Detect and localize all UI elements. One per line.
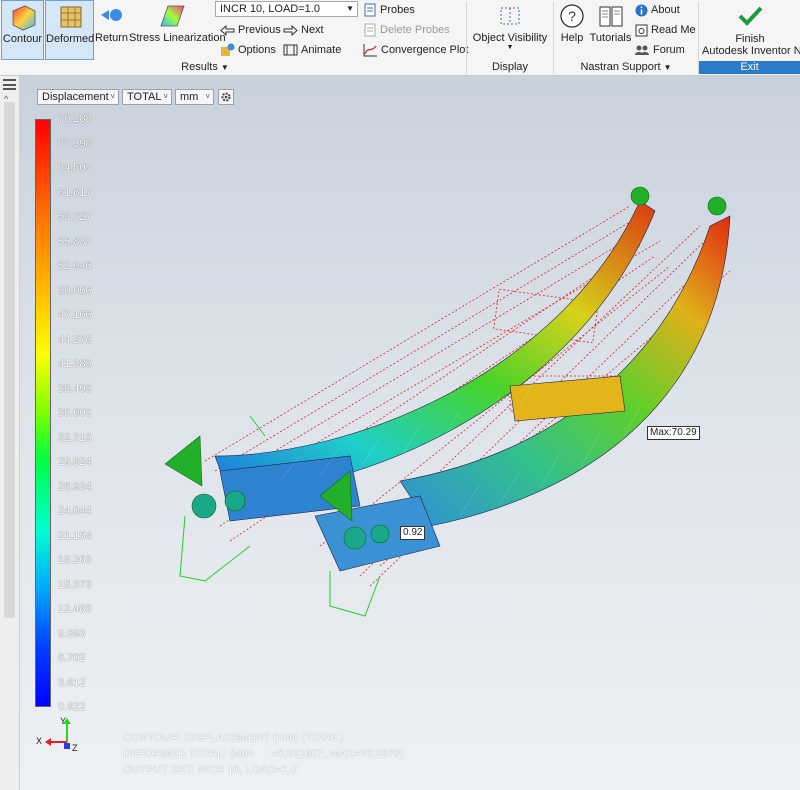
- graphics-viewport[interactable]: Displacement ˅ TOTAL ˅ mm ˅ 70.288 67.398…: [20, 76, 800, 790]
- contour-icon: [12, 5, 35, 31]
- return-label: Return: [95, 32, 129, 44]
- forum-icon: [635, 45, 649, 56]
- object-visibility-icon: [500, 7, 520, 25]
- finish-sublabel: Autodesk Inventor Nas: [702, 45, 800, 57]
- scrollbar[interactable]: [4, 102, 15, 618]
- deformed-label: Deformed: [46, 33, 95, 45]
- delete-probes-icon: [364, 23, 376, 37]
- tutorials-label: Tutorials: [589, 32, 632, 44]
- menu-icon[interactable]: [3, 79, 16, 90]
- animate-button[interactable]: Animate: [283, 41, 341, 59]
- chevron-down-icon: ▼: [346, 4, 354, 13]
- animate-icon: [283, 44, 298, 56]
- tutorials-icon: [599, 6, 622, 27]
- convergence-plot-button[interactable]: Convergence Plot: [363, 41, 468, 59]
- finish-label: Finish: [735, 33, 765, 45]
- options-button[interactable]: Options: [220, 41, 276, 59]
- delete-probes-button[interactable]: Delete Probes: [363, 21, 450, 39]
- view-triad[interactable]: X Y Z: [32, 716, 82, 753]
- step-select-value: INCR 10, LOAD=1.0: [220, 3, 320, 15]
- result-info: CONTOUR: DISPLACEMENT (mm) (TOTAL) DEFOR…: [123, 730, 404, 778]
- max-value-tag: Max:70.29: [647, 426, 700, 440]
- info-icon: [635, 4, 648, 17]
- previous-label: Previous: [238, 24, 281, 36]
- triad-y-label: Y: [60, 716, 67, 726]
- read-me-label: Read Me: [651, 24, 696, 36]
- probes-label: Probes: [380, 4, 415, 16]
- options-icon: [221, 43, 235, 57]
- deformed-icon: [60, 6, 81, 28]
- stress-linearization-icon: [159, 5, 185, 27]
- chevron-down-icon: ▼: [506, 44, 514, 51]
- ribbon-divider: [553, 2, 554, 74]
- return-button[interactable]: Return: [95, 0, 128, 60]
- object-visibility-button[interactable]: Object Visibility ▼: [470, 0, 550, 60]
- next-label: Next: [301, 24, 324, 36]
- browser-panel-strip: ^: [0, 76, 20, 790]
- about-label: About: [651, 4, 680, 16]
- tutorials-button[interactable]: Tutorials: [589, 0, 632, 60]
- step-select[interactable]: INCR 10, LOAD=1.0 ▼: [215, 1, 358, 17]
- svg-text:?: ?: [568, 8, 576, 24]
- arrow-left-icon: [220, 24, 235, 36]
- animate-label: Animate: [301, 44, 342, 56]
- next-button[interactable]: Next: [283, 21, 324, 39]
- stress-linearization-button[interactable]: Stress Linearization: [129, 0, 226, 60]
- nastran-support-group-label: Nastran Support ▼: [580, 61, 672, 73]
- chevron-down-icon: ▼: [663, 63, 672, 72]
- exit-group-label: Exit: [699, 61, 800, 74]
- triad-x-label: X: [36, 736, 43, 746]
- stress-linearization-label: Stress Linearization: [129, 32, 226, 44]
- previous-button[interactable]: Previous: [220, 21, 281, 39]
- options-label: Options: [238, 44, 276, 56]
- help-label: Help: [560, 32, 584, 44]
- read-me-icon: [635, 24, 648, 37]
- info-line-deformed: DEFORMED TOTAL: (MIN =0.921907, MAX=70.2…: [123, 748, 404, 760]
- probes-icon: [364, 3, 376, 17]
- forum-label: Forum: [653, 44, 685, 56]
- help-button[interactable]: ? Help: [556, 0, 588, 60]
- about-link[interactable]: About: [635, 1, 680, 19]
- triad-z-label: Z: [72, 743, 78, 753]
- info-line-output-set: OUTPUT SET: INCR 10, LOAD=1.0: [123, 764, 298, 776]
- ribbon-divider: [466, 2, 467, 74]
- help-icon: ?: [560, 4, 584, 28]
- contour-button[interactable]: Contour: [1, 0, 44, 60]
- leaf-spring-front: [399, 215, 731, 527]
- return-icon: [100, 9, 122, 21]
- finish-button[interactable]: Finish Autodesk Inventor Nas: [700, 0, 800, 60]
- convergence-plot-icon: [363, 44, 377, 57]
- checkmark-icon: [738, 6, 763, 26]
- deformed-button[interactable]: Deformed: [45, 0, 94, 60]
- forum-link[interactable]: Forum: [635, 41, 685, 59]
- probes-button[interactable]: Probes: [363, 1, 415, 19]
- info-line-contour: CONTOUR: DISPLACEMENT (mm) (TOTAL): [123, 732, 344, 744]
- convergence-plot-label: Convergence Plot: [381, 44, 469, 56]
- arrow-right-icon: [283, 24, 298, 36]
- display-group-label: Display: [491, 61, 529, 73]
- contour-label: Contour: [2, 33, 43, 45]
- delete-probes-label: Delete Probes: [380, 24, 450, 36]
- ribbon: Contour Deformed Return Stress Lineariza…: [0, 0, 800, 76]
- chevron-down-icon: ▼: [220, 63, 229, 72]
- object-visibility-label: Object Visibility: [472, 32, 548, 44]
- read-me-link[interactable]: Read Me: [635, 21, 696, 39]
- results-group-label: Results ▼: [181, 61, 229, 73]
- min-value-tag: 0.92: [400, 526, 426, 540]
